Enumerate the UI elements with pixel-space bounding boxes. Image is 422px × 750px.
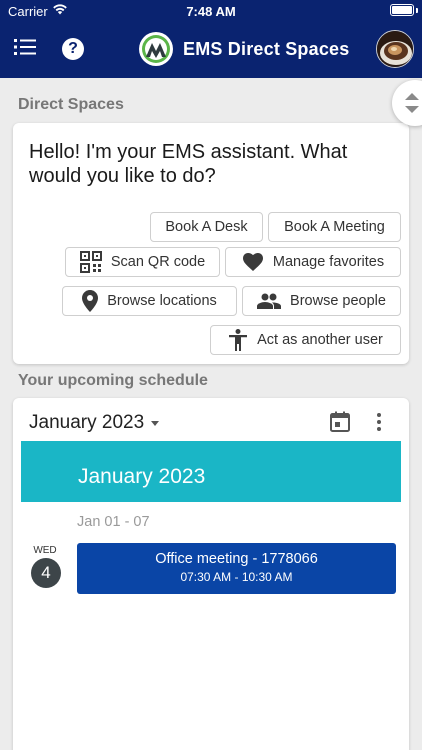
day-number: 4	[31, 558, 61, 588]
location-pin-icon	[82, 290, 99, 312]
act-as-user-label: Act as another user	[257, 332, 383, 348]
heart-icon	[242, 253, 263, 271]
battery-tip	[416, 8, 418, 13]
book-desk-label: Book A Desk	[165, 219, 248, 235]
schedule-card: January 2023 January 2023 Jan 01 - 07 WE…	[13, 398, 409, 750]
browse-locations-label: Browse locations	[107, 293, 217, 309]
battery-icon	[390, 4, 414, 16]
scan-qr-label: Scan QR code	[110, 254, 206, 270]
dropdown-caret-icon	[151, 420, 160, 426]
week-range: Jan 01 - 07	[77, 514, 150, 530]
assistant-card: Hello! I'm your EMS assistant. What woul…	[13, 123, 409, 364]
people-icon	[257, 293, 282, 309]
direct-spaces-heading: Direct Spaces	[18, 96, 124, 113]
collapse-toggle[interactable]	[392, 80, 422, 126]
upcoming-schedule-heading: Your upcoming schedule	[18, 372, 208, 389]
avatar[interactable]	[376, 30, 414, 68]
event-card[interactable]: Office meeting - 1778066 07:30 AM - 10:3…	[77, 543, 396, 594]
month-selector-label: January 2023	[29, 412, 145, 433]
manage-favorites-button[interactable]: Manage favorites	[225, 247, 401, 277]
help-button[interactable]: ?	[58, 34, 88, 64]
calendar-icon[interactable]	[329, 411, 351, 438]
expand-collapse-icon	[405, 93, 419, 113]
help-icon: ?	[62, 38, 84, 60]
status-time: 7:48 AM	[186, 4, 236, 19]
qr-code-icon	[79, 251, 102, 273]
browse-locations-button[interactable]: Browse locations	[62, 286, 237, 316]
event-time: 07:30 AM - 10:30 AM	[180, 570, 293, 584]
book-meeting-label: Book A Meeting	[284, 219, 385, 235]
scan-qr-button[interactable]: Scan QR code	[65, 247, 220, 277]
month-selector[interactable]: January 2023	[29, 412, 160, 434]
browse-people-label: Browse people	[290, 293, 386, 309]
more-options-icon[interactable]	[375, 412, 383, 437]
menu-button[interactable]	[10, 34, 40, 64]
ems-logo	[138, 31, 174, 67]
status-bar: Carrier 7:48 AM	[0, 0, 422, 22]
act-as-user-button[interactable]: Act as another user	[210, 325, 401, 355]
book-meeting-button[interactable]: Book A Meeting	[268, 212, 401, 242]
person-accessibility-icon	[229, 329, 248, 351]
day-weekday: WED	[33, 545, 57, 556]
month-banner: January 2023	[21, 441, 401, 502]
manage-favorites-label: Manage favorites	[272, 254, 385, 270]
browse-people-button[interactable]: Browse people	[242, 286, 401, 316]
assistant-greeting: Hello! I'm your EMS assistant. What woul…	[29, 141, 348, 187]
menu-icon	[14, 38, 36, 61]
book-desk-button[interactable]: Book A Desk	[150, 212, 263, 242]
app-title: EMS Direct Spaces	[183, 39, 350, 59]
app-header: Carrier 7:48 AM ? EMS Direct Spaces	[0, 0, 422, 78]
event-title: Office meeting - 1778066	[155, 551, 318, 567]
